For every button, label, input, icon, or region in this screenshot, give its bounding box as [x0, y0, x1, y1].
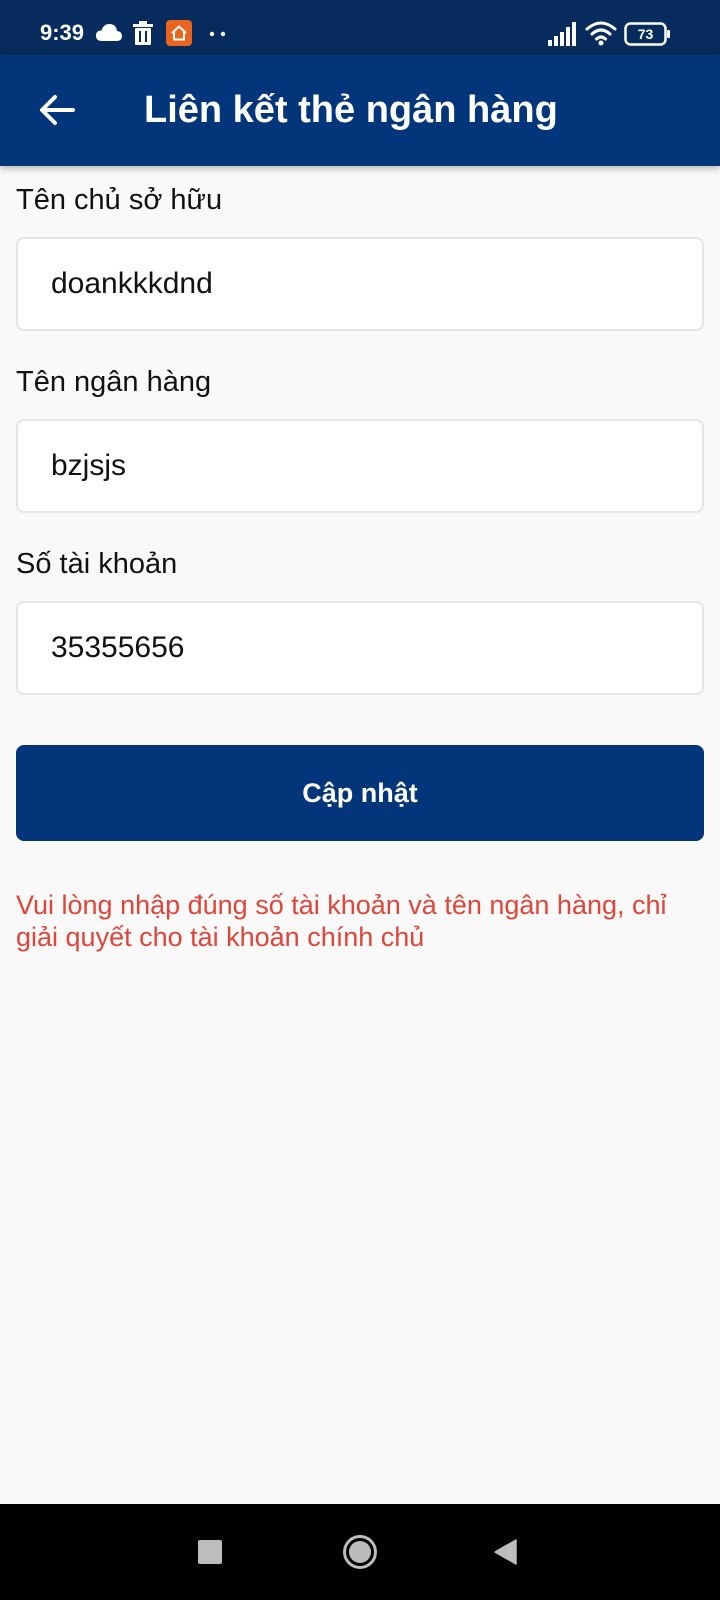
- recents-icon[interactable]: [198, 1540, 222, 1564]
- more-dots-icon: [209, 31, 226, 37]
- warning-message: Vui lòng nhập đúng số tài khoản và tên n…: [16, 890, 667, 952]
- app-bar: Liên kết thẻ ngân hàng: [0, 55, 720, 166]
- cloud-icon: [96, 24, 122, 41]
- trash-icon: [133, 21, 153, 45]
- signal-icon: [548, 22, 576, 46]
- back-button[interactable]: [30, 83, 84, 137]
- system-nav-bar: [0, 1504, 720, 1600]
- battery-icon: 73: [624, 22, 670, 46]
- nav-back-icon[interactable]: [494, 1539, 518, 1565]
- bank-name-input[interactable]: [16, 419, 704, 513]
- owner-name-input[interactable]: [16, 237, 704, 331]
- bank-name-label: Tên ngân hàng: [16, 366, 212, 398]
- home-icon[interactable]: [342, 1534, 378, 1570]
- status-time: 9:39: [40, 20, 85, 45]
- app-notification-icon: [166, 20, 192, 46]
- account-number-input[interactable]: [16, 601, 704, 695]
- account-number-label: Số tài khoản: [16, 548, 178, 580]
- back-arrow-icon: [40, 95, 75, 125]
- owner-name-label: Tên chủ sở hữu: [16, 184, 223, 216]
- page-title: Liên kết thẻ ngân hàng: [144, 89, 558, 131]
- wifi-icon: [585, 21, 617, 46]
- update-button[interactable]: Cập nhật: [16, 745, 704, 841]
- status-bar: 9:39 73: [0, 0, 720, 55]
- battery-level: 73: [638, 26, 654, 42]
